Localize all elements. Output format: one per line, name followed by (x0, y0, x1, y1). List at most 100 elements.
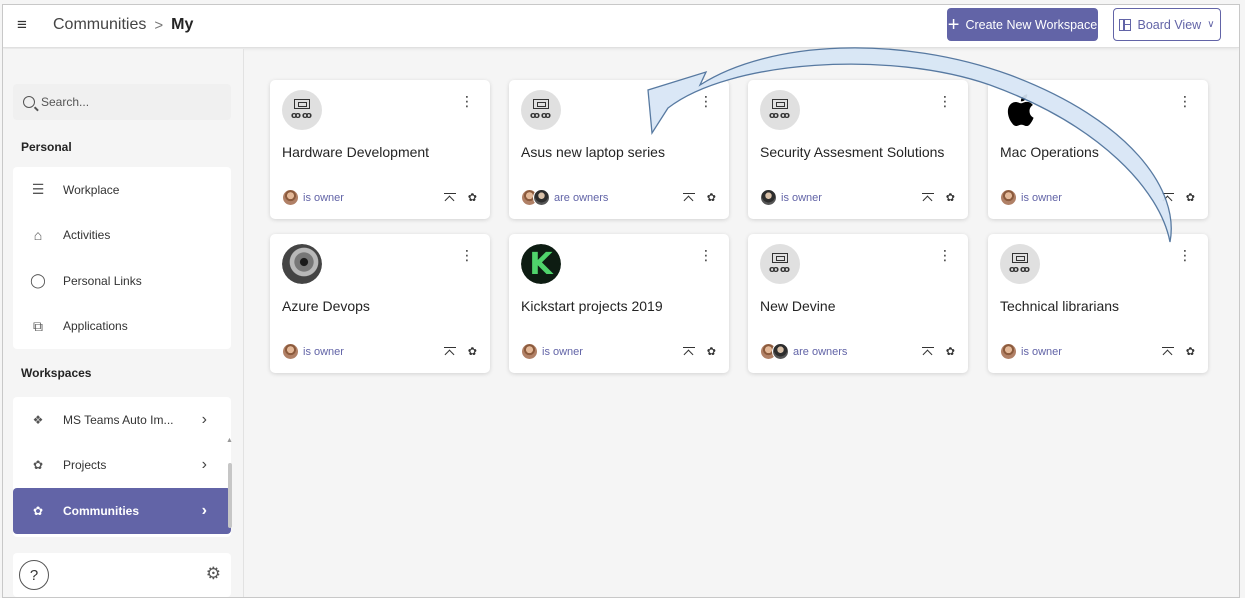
card-title: Kickstart projects 2019 (521, 298, 663, 314)
workspace-card-security-assesment-solutions[interactable]: ꝏꝏ ⋮ Security Assesment Solutions is own… (748, 80, 968, 219)
scroll-up-arrow-icon[interactable]: ▲ (226, 437, 233, 444)
top-header: ≡ Communities > My + Create New Workspac… (3, 5, 1239, 48)
avatar (772, 343, 789, 360)
sidebar-item-applications[interactable]: ⧉ Applications (13, 304, 231, 350)
team-workspace-icon: ꝏꝏ (521, 90, 561, 130)
workspaces-nav-panel: ❖ MS Teams Auto Im... › ✿ Projects › ✿ C… (13, 397, 231, 537)
teams-icon: ❖ (32, 412, 44, 427)
more-options-icon[interactable]: ⋮ (460, 94, 474, 108)
plus-icon: + (947, 13, 960, 36)
sidebar-item-personal-links[interactable]: ◯ Personal Links (13, 258, 231, 304)
owners-info[interactable]: is owner (1000, 189, 1062, 206)
community-icon[interactable]: ✿ (1186, 191, 1195, 204)
sidebar-item-activities[interactable]: ⌂ Activities (13, 213, 231, 259)
more-options-icon[interactable]: ⋮ (1178, 94, 1192, 108)
community-icon[interactable]: ✿ (1186, 345, 1195, 358)
breadcrumb-separator-icon: > (154, 16, 164, 34)
gear-icon[interactable]: ⚙ (206, 564, 221, 584)
avatar (282, 189, 299, 206)
more-options-icon[interactable]: ⋮ (460, 248, 474, 262)
help-button[interactable]: ? (19, 560, 49, 590)
community-icon[interactable]: ✿ (946, 345, 955, 358)
owners-label: is owner (303, 345, 344, 358)
sidebar-item-label: Activities (63, 228, 111, 243)
copy-icon: ⧉ (33, 317, 43, 334)
card-actions: ✿ (921, 191, 955, 204)
team-workspace-icon: ꝏꝏ (1000, 244, 1040, 284)
app-window: ≡ Communities > My + Create New Workspac… (2, 4, 1240, 598)
owners-info[interactable]: is owner (282, 343, 344, 360)
collapse-up-icon[interactable] (1161, 346, 1174, 358)
sidebar-item-communities[interactable]: ✿ Communities › (13, 488, 231, 534)
create-new-workspace-button[interactable]: + Create New Workspace (947, 8, 1098, 41)
sidebar-item-ms-teams[interactable]: ❖ MS Teams Auto Im... › (13, 397, 231, 443)
community-icon[interactable]: ✿ (468, 345, 477, 358)
sidebar-item-projects[interactable]: ✿ Projects › (13, 443, 231, 489)
workspace-card-technical-librarians[interactable]: ꝏꝏ ⋮ Technical librarians is owner ✿ (988, 234, 1208, 373)
workspace-card-new-devine[interactable]: ꝏꝏ ⋮ New Devine are owners ✿ (748, 234, 968, 373)
breadcrumb: Communities > My (53, 16, 193, 34)
more-options-icon[interactable]: ⋮ (938, 248, 952, 262)
collapse-up-icon[interactable] (682, 346, 695, 358)
owners-info[interactable]: is owner (521, 343, 583, 360)
sidebar-scrollbar[interactable] (228, 463, 232, 528)
card-title: Hardware Development (282, 144, 430, 160)
collapse-up-icon[interactable] (443, 346, 456, 358)
personal-nav-panel: ☰ Workplace ⌂ Activities ◯ Personal Link… (13, 167, 231, 349)
workspace-card-azure-devops[interactable]: ⋮ Azure Devops is owner ✿ (270, 234, 490, 373)
collapse-up-icon[interactable] (1161, 192, 1174, 204)
card-title: Azure Devops (282, 298, 370, 314)
kickstarter-logo-icon: K (521, 244, 561, 284)
card-actions: ✿ (1161, 191, 1195, 204)
community-icon[interactable]: ✿ (707, 191, 716, 204)
sidebar-item-label: Workplace (63, 182, 120, 197)
owners-info[interactable]: are owners (521, 189, 608, 206)
more-options-icon[interactable]: ⋮ (699, 94, 713, 108)
workspace-card-hardware-development[interactable]: ꝏꝏ ⋮ Hardware Development is owner ✿ (270, 80, 490, 219)
breadcrumb-root[interactable]: Communities (53, 16, 146, 34)
card-actions: ✿ (443, 345, 477, 358)
avatar (1000, 343, 1017, 360)
collapse-up-icon[interactable] (682, 192, 695, 204)
search-placeholder: Search... (41, 95, 90, 109)
sidebar-item-workplace[interactable]: ☰ Workplace (13, 167, 231, 213)
card-title: Mac Operations (1000, 144, 1099, 160)
owners-info[interactable]: is owner (282, 189, 344, 206)
board-view-dropdown[interactable]: Board View ∨ (1113, 8, 1221, 41)
owners-info[interactable]: are owners (760, 343, 847, 360)
chevron-right-icon: › (201, 501, 207, 519)
sidebar: Search... Personal ☰ Workplace ⌂ Activit… (3, 49, 244, 597)
team-workspace-icon: ꝏꝏ (282, 90, 322, 130)
sidebar-item-label: MS Teams Auto Im... (63, 412, 174, 427)
collapse-up-icon[interactable] (921, 346, 934, 358)
more-options-icon[interactable]: ⋮ (938, 94, 952, 108)
more-options-icon[interactable]: ⋮ (1178, 248, 1192, 262)
community-icon: ✿ (32, 503, 44, 518)
team-workspace-icon: ꝏꝏ (760, 90, 800, 130)
owners-info[interactable]: is owner (1000, 343, 1062, 360)
sidebar-item-label: Personal Links (63, 273, 142, 288)
hamburger-menu-icon[interactable]: ≡ (17, 16, 35, 34)
owners-label: is owner (303, 191, 344, 204)
workspace-card-mac-operations[interactable]: ⋮ Mac Operations is owner ✿ (988, 80, 1208, 219)
search-input[interactable]: Search... (13, 84, 231, 120)
avatar (533, 189, 550, 206)
community-icon[interactable]: ✿ (468, 191, 477, 204)
community-icon[interactable]: ✿ (946, 191, 955, 204)
card-actions: ✿ (443, 191, 477, 204)
owners-label: is owner (542, 345, 583, 358)
avatar (760, 189, 777, 206)
workspace-card-asus-new-laptop-series[interactable]: ꝏꝏ ⋮ Asus new laptop series are owners ✿ (509, 80, 729, 219)
avatar (521, 343, 538, 360)
help-label: ? (29, 566, 39, 584)
chevron-right-icon: › (201, 410, 207, 428)
sidebar-item-label: Communities (63, 503, 140, 518)
workspace-card-kickstart-projects-2019[interactable]: K ⋮ Kickstart projects 2019 is owner ✿ (509, 234, 729, 373)
more-options-icon[interactable]: ⋮ (699, 248, 713, 262)
community-icon[interactable]: ✿ (707, 345, 716, 358)
collapse-up-icon[interactable] (443, 192, 456, 204)
collapse-up-icon[interactable] (921, 192, 934, 204)
owners-info[interactable]: is owner (760, 189, 822, 206)
board-layout-icon (1119, 18, 1132, 31)
avatar (282, 343, 299, 360)
